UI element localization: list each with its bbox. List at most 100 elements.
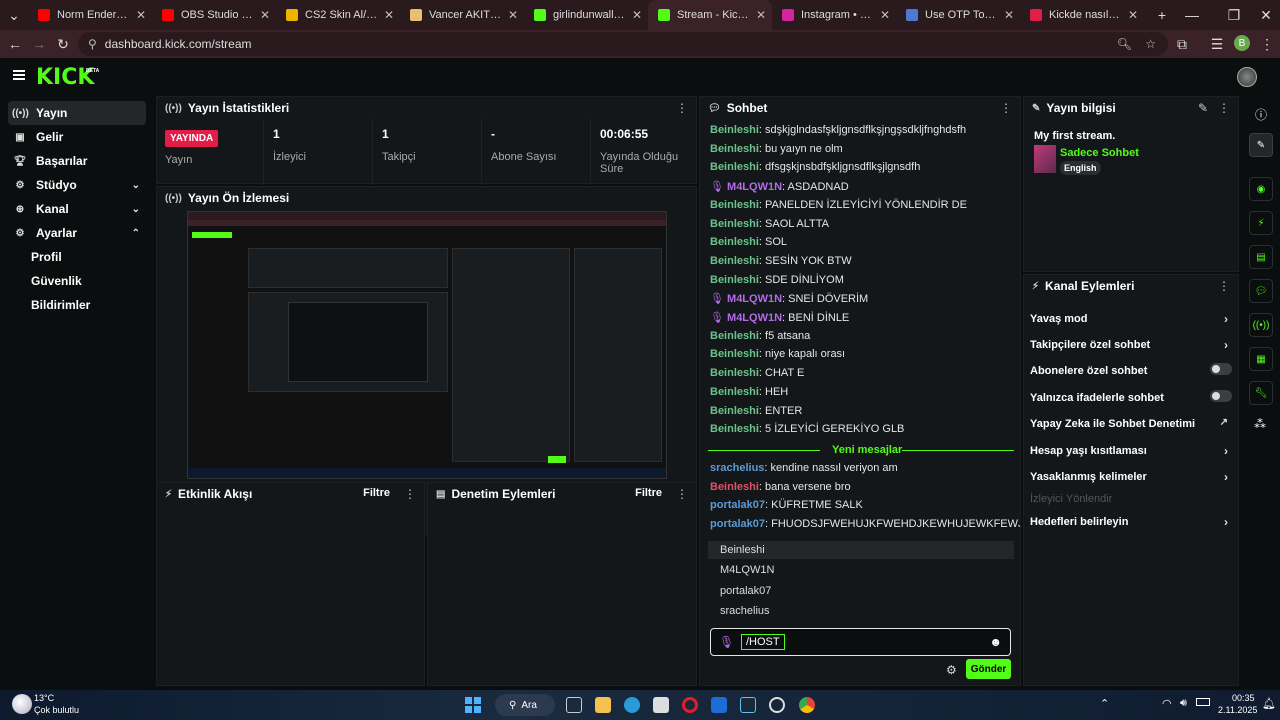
- toggle-switch[interactable]: [1210, 363, 1232, 375]
- browser-tab[interactable]: Use OTP To Proceed ✕: [896, 0, 1020, 30]
- channel-action-item[interactable]: Takipçilere özel sohbet ›: [1030, 338, 1236, 352]
- layout-rail-icon[interactable]: ▦: [1249, 347, 1273, 371]
- opera-icon[interactable]: [682, 697, 698, 713]
- kebab-menu-icon[interactable]: ⋮: [1218, 279, 1230, 293]
- chat-message[interactable]: Beinleshi: sdşkjglndasfşkljgnsdflkşjngşs…: [710, 124, 966, 136]
- chrome-icon[interactable]: [799, 697, 815, 713]
- channel-action-item[interactable]: Hesap yaşı kısıtlaması ›: [1030, 444, 1236, 458]
- weather-icon[interactable]: [12, 694, 32, 714]
- chat-username[interactable]: Beinleshi: [710, 218, 759, 230]
- chat-message[interactable]: 🎙︎ M4LQW1N: ASDADNAD: [710, 180, 849, 193]
- channel-action-item[interactable]: Yalnızca ifadelerle sohbet: [1030, 390, 1236, 404]
- category-name[interactable]: Sadece Sohbet: [1060, 147, 1139, 159]
- browser-tab[interactable]: Vancer AKITSU 8K Ka ✕: [400, 0, 524, 30]
- edge-icon[interactable]: [624, 697, 640, 713]
- chat-message[interactable]: Beinleshi: CHAT E: [710, 367, 804, 379]
- chat-message[interactable]: Beinleshi: niye kapalı orası: [710, 348, 845, 360]
- tab-close-icon[interactable]: ✕: [632, 8, 642, 22]
- sidebar-subitem-bildirimler[interactable]: Bildirimler: [31, 298, 90, 312]
- mention-option[interactable]: Beinleshi: [720, 544, 765, 556]
- browser-tab[interactable]: OBS Studio ile Kick Y ✕: [152, 0, 276, 30]
- stream-preview-video[interactable]: [187, 211, 667, 479]
- channel-action-item[interactable]: Yapay Zeka ile Sohbet Denetimi ↗: [1030, 417, 1236, 430]
- tab-close-icon[interactable]: ✕: [508, 8, 518, 22]
- chat-message[interactable]: srachelius: kendine nassıl veriyon am: [710, 462, 898, 474]
- site-info-icon[interactable]: ⚲: [88, 37, 97, 51]
- kebab-menu-icon[interactable]: ⋮: [676, 487, 688, 501]
- browser-tab[interactable]: Kickde nasıl host atılı ✕: [1020, 0, 1144, 30]
- chat-message[interactable]: Beinleshi: SESİN YOK BTW: [710, 255, 852, 267]
- outlook-icon[interactable]: [711, 697, 727, 713]
- browser-tab[interactable]: Instagram • Mesajlar ✕: [772, 0, 896, 30]
- channel-action-item[interactable]: Yasaklanmış kelimeler ›: [1030, 470, 1236, 484]
- profile-avatar[interactable]: B: [1234, 35, 1250, 51]
- kebab-menu-icon[interactable]: ⋮: [676, 101, 688, 115]
- channel-action-item[interactable]: Hedefleri belirleyin ›: [1030, 515, 1236, 529]
- chat-username[interactable]: M4LQW1N: [727, 312, 782, 324]
- chat-message[interactable]: Beinleshi: 5 İZLEYİCİ GEREKİYO GLB: [710, 423, 904, 435]
- lightning-rail-icon[interactable]: ⚡︎: [1249, 211, 1273, 235]
- host-command-chip[interactable]: /HOST: [741, 634, 785, 650]
- browser-tab[interactable]: Norm Ender X Ebru G ✕: [28, 0, 152, 30]
- send-button[interactable]: Gönder: [966, 659, 1011, 679]
- chat-message[interactable]: Beinleshi: bana versene bro: [710, 481, 851, 493]
- microphone-icon[interactable]: 🎙︎: [719, 635, 734, 649]
- tools-rail-icon[interactable]: 🔧︎: [1249, 381, 1273, 405]
- weather-desc[interactable]: Çok bulutlu: [34, 705, 79, 715]
- chat-username[interactable]: Beinleshi: [710, 161, 759, 173]
- mention-option[interactable]: portalak07: [720, 585, 771, 597]
- chat-username[interactable]: M4LQW1N: [727, 181, 782, 193]
- back-button[interactable]: ←: [3, 32, 27, 56]
- tab-close-icon[interactable]: ✕: [880, 8, 890, 22]
- sidebar-item-kanal[interactable]: ⊕ Kanal ⌄: [8, 197, 146, 221]
- steam-icon[interactable]: [740, 697, 756, 713]
- tab-close-icon[interactable]: ✕: [1004, 8, 1014, 22]
- browser-tab[interactable]: CS2 Skin Al/Sat, İlan ✕: [276, 0, 400, 30]
- mention-option[interactable]: M4LQW1N: [720, 564, 774, 576]
- maximize-button[interactable]: ❐: [1222, 3, 1246, 27]
- sidebar-subitem-guvenlik[interactable]: Güvenlik: [31, 274, 82, 288]
- chat-input[interactable]: 🎙︎ /HOST ☻: [710, 628, 1011, 656]
- mention-option[interactable]: srachelius: [720, 605, 770, 617]
- chat-message[interactable]: Beinleshi: SAOL ALTTA: [710, 218, 829, 230]
- battery-icon[interactable]: [1196, 698, 1210, 706]
- browser-menu-icon[interactable]: ⋮: [1255, 32, 1279, 56]
- tray-chevron-icon[interactable]: ⌃: [1100, 697, 1109, 710]
- reading-list-icon[interactable]: ☰: [1205, 32, 1229, 56]
- chat-message[interactable]: Beinleshi: f5 atsana: [710, 330, 810, 342]
- chat-username[interactable]: Beinleshi: [710, 405, 759, 417]
- weather-temp[interactable]: 13°C: [34, 693, 54, 703]
- chat-message[interactable]: 🎙︎ M4LQW1N: BENİ DİNLE: [710, 311, 849, 324]
- sidebar-item-basarilar[interactable]: 🏆︎ Başarılar: [8, 149, 146, 173]
- kebab-menu-icon[interactable]: ⋮: [1218, 101, 1230, 115]
- store-icon[interactable]: [653, 697, 669, 713]
- kebab-menu-icon[interactable]: ⋮: [404, 487, 416, 501]
- info-icon[interactable]: ⓘ: [1255, 106, 1267, 123]
- channel-action-item[interactable]: Abonelere özel sohbet: [1030, 363, 1236, 377]
- chat-message[interactable]: Beinleshi: SDE DİNLİYOM: [710, 274, 844, 286]
- task-view-icon[interactable]: [566, 697, 582, 713]
- windows-start-icon[interactable]: [465, 697, 481, 713]
- forward-button[interactable]: →: [27, 32, 51, 56]
- chat-username[interactable]: Beinleshi: [710, 367, 759, 379]
- sidebar-item-yayin[interactable]: ((•)) Yayın: [8, 101, 146, 125]
- chat-message[interactable]: Beinleshi: dfsgşkjnsbdfşkljgnsdflkşjlgns…: [710, 161, 920, 173]
- chat-username[interactable]: Beinleshi: [710, 236, 759, 248]
- sidebar-subitem-profil[interactable]: Profil: [31, 250, 62, 264]
- chat-rail-icon[interactable]: 💬︎: [1249, 279, 1273, 303]
- taskbar-search[interactable]: ⚲ Ara: [495, 694, 555, 716]
- reload-button[interactable]: ↻: [51, 32, 75, 56]
- chat-username[interactable]: Beinleshi: [710, 330, 759, 342]
- camera-rail-icon[interactable]: ◉: [1249, 177, 1273, 201]
- clock-time[interactable]: 00:35: [1232, 693, 1255, 703]
- chat-username[interactable]: Beinleshi: [710, 124, 759, 136]
- apps-rail-icon[interactable]: ⁂: [1254, 417, 1266, 431]
- file-explorer-icon[interactable]: [595, 697, 611, 713]
- edit-rail-icon[interactable]: ✎: [1249, 133, 1273, 157]
- tab-close-icon[interactable]: ✕: [384, 8, 394, 22]
- hamburger-menu-icon[interactable]: [13, 70, 25, 80]
- edit-pencil-icon[interactable]: ✎: [1198, 101, 1208, 115]
- sidebar-item-studyo[interactable]: ⚙ Stüdyo ⌄: [8, 173, 146, 197]
- user-avatar[interactable]: [1237, 67, 1257, 87]
- chat-message[interactable]: Beinleshi: bu yaıyn ne olm: [710, 143, 843, 155]
